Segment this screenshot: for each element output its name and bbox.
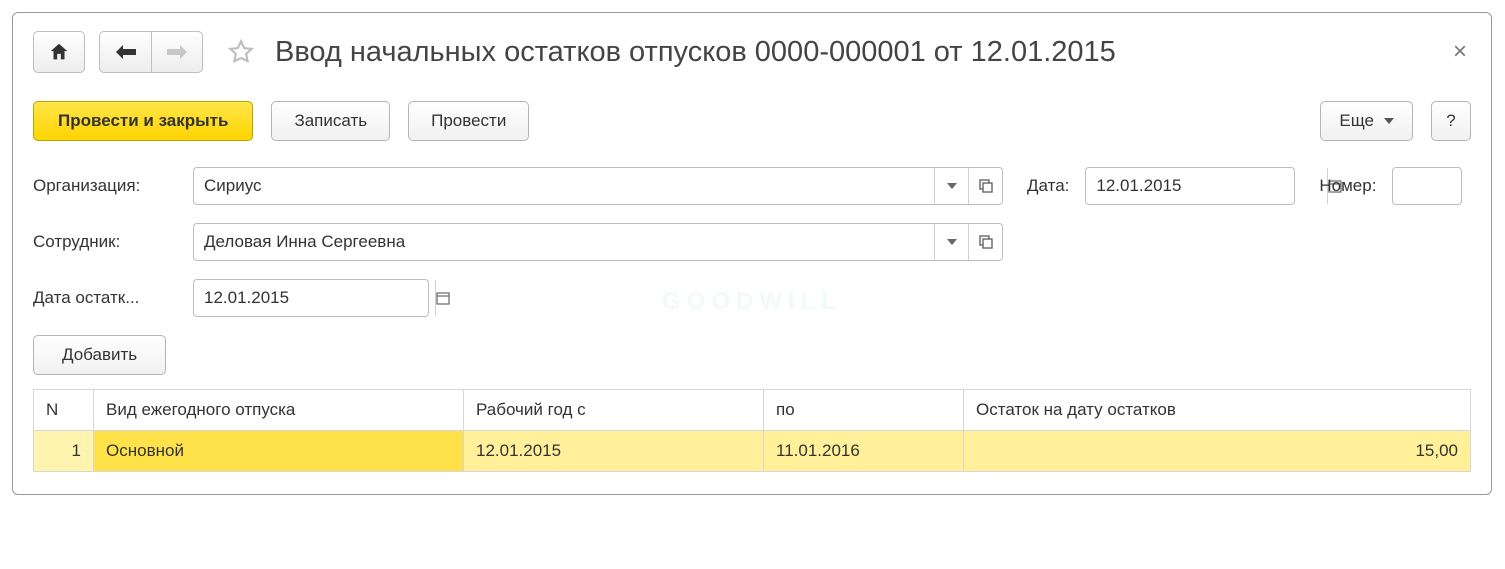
cell-year-from: 12.01.2015: [464, 431, 764, 472]
home-button[interactable]: [33, 31, 85, 73]
chevron-down-icon: [1384, 118, 1394, 124]
arrow-left-icon: [113, 43, 139, 61]
organization-dropdown-button[interactable]: [934, 168, 968, 204]
back-button[interactable]: [99, 31, 151, 73]
nav-history: [99, 31, 203, 73]
balance-date-field[interactable]: [193, 279, 429, 317]
col-n[interactable]: N: [34, 390, 94, 431]
more-button[interactable]: Еще: [1320, 101, 1413, 141]
forward-button[interactable]: [151, 31, 203, 73]
employee-field[interactable]: [193, 223, 1003, 261]
organization-label: Организация:: [33, 176, 183, 196]
open-icon: [979, 179, 993, 193]
employee-input[interactable]: [194, 224, 934, 260]
home-icon: [48, 41, 70, 63]
calendar-icon: [436, 291, 450, 305]
col-type[interactable]: Вид ежегодного отпуска: [94, 390, 464, 431]
cell-type: Основной: [94, 431, 464, 472]
chevron-down-icon: [947, 183, 957, 189]
star-icon: [226, 37, 256, 67]
table-row[interactable]: 1 Основной 12.01.2015 11.01.2016 15,00: [34, 431, 1471, 472]
help-button[interactable]: ?: [1431, 101, 1471, 141]
vacation-table: N Вид ежегодного отпуска Рабочий год с п…: [33, 389, 1471, 472]
organization-field[interactable]: [193, 167, 1003, 205]
cell-n: 1: [34, 431, 94, 472]
post-and-close-button[interactable]: Провести и закрыть: [33, 101, 253, 141]
arrow-right-icon: [164, 43, 190, 61]
col-year-to[interactable]: по: [764, 390, 964, 431]
number-label: Номер:: [1319, 176, 1376, 196]
balance-date-label: Дата остатк...: [33, 288, 183, 308]
page-title: Ввод начальных остатков отпусков 0000-00…: [275, 36, 1435, 69]
employee-open-button[interactable]: [968, 224, 1002, 260]
date-field[interactable]: [1085, 167, 1295, 205]
chevron-down-icon: [947, 239, 957, 245]
close-button[interactable]: ×: [1449, 38, 1471, 66]
save-button[interactable]: Записать: [271, 101, 390, 141]
col-balance[interactable]: Остаток на дату остатков: [964, 390, 1471, 431]
col-year-from[interactable]: Рабочий год с: [464, 390, 764, 431]
number-input[interactable]: [1393, 168, 1461, 204]
post-button[interactable]: Провести: [408, 101, 529, 141]
cell-balance: 15,00: [964, 431, 1471, 472]
favorite-button[interactable]: [221, 32, 261, 72]
balance-date-input[interactable]: [194, 280, 435, 316]
organization-open-button[interactable]: [968, 168, 1002, 204]
cell-year-to: 11.01.2016: [764, 431, 964, 472]
organization-input[interactable]: [194, 168, 934, 204]
balance-date-calendar-button[interactable]: [435, 280, 450, 316]
table-header-row: N Вид ежегодного отпуска Рабочий год с п…: [34, 390, 1471, 431]
add-button[interactable]: Добавить: [33, 335, 166, 375]
employee-dropdown-button[interactable]: [934, 224, 968, 260]
date-input[interactable]: [1086, 168, 1327, 204]
employee-label: Сотрудник:: [33, 232, 183, 252]
close-icon: ×: [1453, 38, 1467, 65]
more-label: Еще: [1339, 111, 1374, 131]
number-field[interactable]: [1392, 167, 1462, 205]
date-label: Дата:: [1027, 176, 1069, 196]
open-icon: [979, 235, 993, 249]
